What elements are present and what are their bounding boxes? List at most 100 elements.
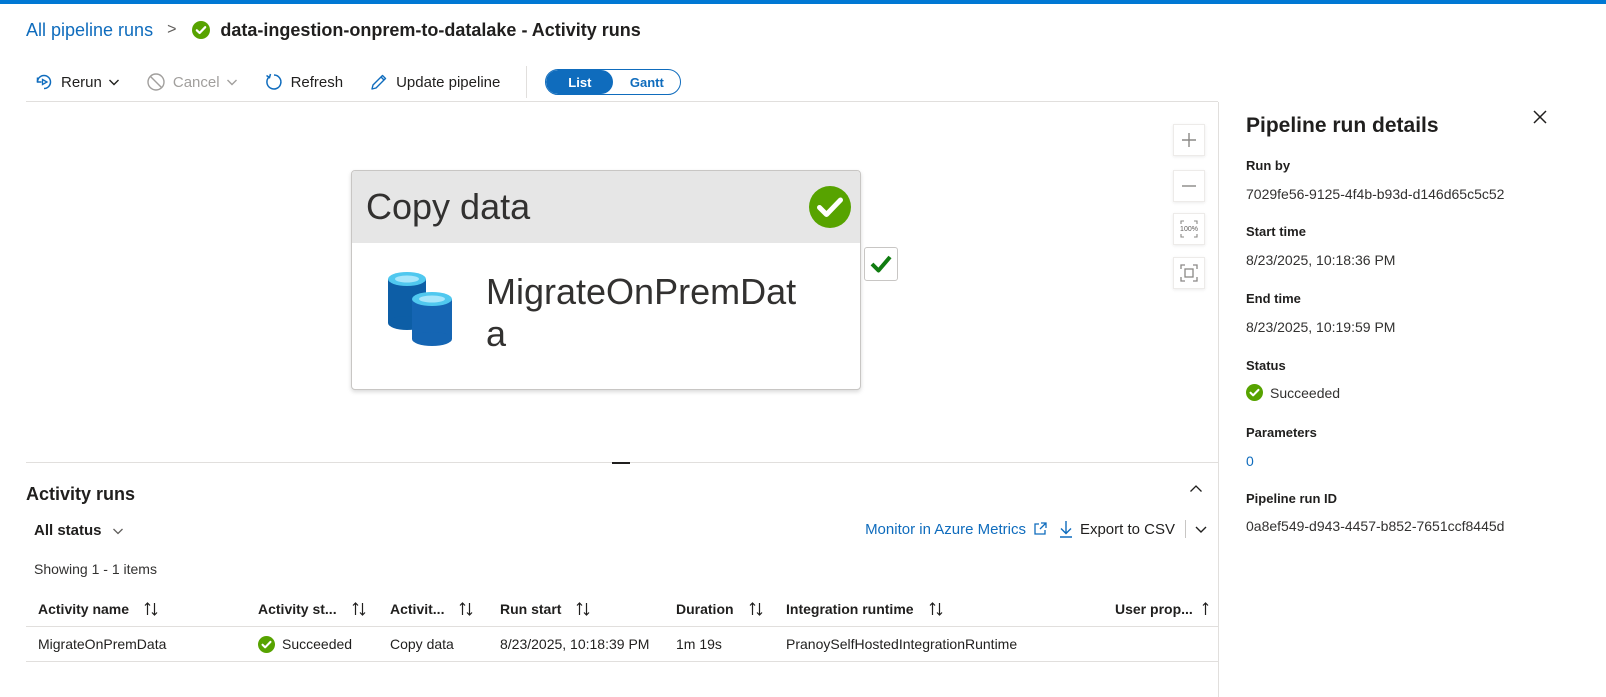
sort-icon <box>1202 602 1209 615</box>
chevron-down-icon <box>226 79 237 86</box>
cell-run-start: 8/23/2025, 10:18:39 PM <box>500 636 650 652</box>
zoom-in-button[interactable] <box>1173 124 1205 156</box>
activity-runs-title: Activity runs <box>26 484 136 504</box>
breadcrumb-separator: > <box>167 21 177 38</box>
status-text: Succeeded <box>282 636 353 652</box>
external-link-icon <box>1034 522 1047 535</box>
end-time-label: End time <box>1246 291 1301 306</box>
items-count: Showing 1 - 1 items <box>34 561 157 577</box>
column-header-duration[interactable]: Duration <box>676 601 764 617</box>
monitor-azure-metrics-link[interactable]: Monitor in Azure Metrics <box>865 521 1048 538</box>
chevron-down-icon[interactable] <box>1194 522 1208 536</box>
column-header-user-properties[interactable]: User prop... <box>1115 601 1209 617</box>
column-header-label: Run start <box>500 601 562 617</box>
table-row[interactable]: MigrateOnPremData Succeeded Copy data 8/… <box>26 627 1218 662</box>
download-icon <box>1059 521 1072 538</box>
sort-icon <box>929 602 942 616</box>
column-header-activity-type[interactable]: Activit... <box>390 601 474 617</box>
status-label: Status <box>1246 358 1286 373</box>
pencil-icon <box>371 74 387 90</box>
column-header-label: Activity name <box>38 601 130 617</box>
top-accent-bar <box>0 0 1606 4</box>
start-time-value: 8/23/2025, 10:18:36 PM <box>1246 252 1396 268</box>
fit-to-screen-button[interactable] <box>1173 257 1205 289</box>
chevron-up-icon[interactable] <box>1188 481 1204 497</box>
node-success-output-handle[interactable] <box>864 247 898 281</box>
sort-icon <box>749 602 762 616</box>
chevron-down-icon <box>112 528 123 534</box>
minus-icon <box>1182 185 1196 187</box>
details-panel-title: Pipeline run details <box>1246 114 1439 137</box>
cell-activity-status: Succeeded <box>258 635 353 653</box>
refresh-icon <box>265 73 282 90</box>
monitor-azure-metrics-label: Monitor in Azure Metrics <box>865 520 1026 538</box>
close-icon[interactable] <box>1531 108 1549 126</box>
column-header-label: Activit... <box>390 601 445 617</box>
success-check-icon <box>258 635 275 653</box>
zoom-reset-label: 100% <box>1180 225 1198 233</box>
status-value: Succeeded <box>1246 384 1340 401</box>
export-csv-button[interactable]: Export to CSV <box>1058 520 1175 538</box>
cell-activity-type: Copy data <box>390 636 454 652</box>
cell-activity-name: MigrateOnPremData <box>38 636 167 652</box>
sort-icon <box>144 602 158 616</box>
zoom-out-button[interactable] <box>1173 170 1205 202</box>
parameters-link[interactable]: 0 <box>1246 453 1254 469</box>
parameters-label: Parameters <box>1246 425 1317 440</box>
cancel-label: Cancel <box>172 73 220 91</box>
refresh-label: Refresh <box>290 73 344 91</box>
activity-node-name: MigrateOnPremData <box>486 271 797 354</box>
sort-icon <box>577 602 590 616</box>
sort-icon <box>460 602 473 616</box>
column-header-label: User prop... <box>1115 601 1193 617</box>
checkmark-icon <box>870 255 892 273</box>
cancel-icon <box>147 73 165 91</box>
run-by-label: Run by <box>1246 158 1291 173</box>
view-toggle: List Gantt <box>545 69 682 95</box>
status-filter-dropdown[interactable]: All status <box>34 522 124 539</box>
update-pipeline-label: Update pipeline <box>396 73 501 91</box>
activity-node-copy-data[interactable]: Copy data MigrateOnPremData <box>351 170 861 390</box>
list-view-toggle[interactable]: List <box>546 70 614 94</box>
plus-icon <box>1182 133 1196 147</box>
cell-integration-runtime: PranoySelfHostedIntegrationRuntime <box>786 636 1018 652</box>
chevron-down-icon <box>108 79 119 86</box>
run-by-value: 7029fe56-9125-4f4b-b93d-d146d65c5c52 <box>1246 186 1505 202</box>
rerun-icon <box>36 74 52 90</box>
status-filter-value: All status <box>34 522 102 539</box>
gantt-view-toggle[interactable]: Gantt <box>613 70 680 94</box>
rerun-label: Rerun <box>61 73 102 91</box>
column-header-integration-runtime[interactable]: Integration runtime <box>786 601 944 617</box>
rerun-button[interactable]: Rerun <box>26 66 128 98</box>
table-header: Activity name Activity st... Activit... … <box>26 592 1218 627</box>
column-header-activity-status[interactable]: Activity st... <box>258 601 367 617</box>
actions-divider <box>1185 520 1186 538</box>
breadcrumb-all-pipeline-runs-link[interactable]: All pipeline runs <box>26 20 153 41</box>
column-header-label: Integration runtime <box>786 601 914 617</box>
pipeline-run-details-panel: Pipeline run details Run by 7029fe56-912… <box>1218 102 1606 697</box>
pipeline-run-id-value: 0a8ef549-d943-4457-b852-7651ccf8445d <box>1246 518 1505 534</box>
activity-node-header: Copy data <box>352 171 860 243</box>
page-title: data-ingestion-onprem-to-datalake - Acti… <box>220 19 641 40</box>
cell-duration: 1m 19s <box>676 636 722 652</box>
start-time-label: Start time <box>1246 224 1306 239</box>
activity-node-type: Copy data <box>366 186 531 227</box>
export-csv-label: Export to CSV <box>1079 520 1175 538</box>
column-header-activity-name[interactable]: Activity name <box>38 601 159 617</box>
end-time-value: 8/23/2025, 10:19:59 PM <box>1246 319 1396 335</box>
zoom-reset-button[interactable]: 100% <box>1173 213 1205 245</box>
update-pipeline-button[interactable]: Update pipeline <box>361 66 508 98</box>
success-check-icon <box>1246 384 1263 401</box>
breadcrumb: All pipeline runs > data-ingestion-onpre… <box>26 18 641 42</box>
column-header-run-start[interactable]: Run start <box>500 601 591 617</box>
fit-to-screen-icon <box>1180 264 1198 282</box>
pipeline-run-id-label: Pipeline run ID <box>1246 491 1338 506</box>
pane-resize-handle[interactable] <box>612 462 630 464</box>
toolbar-divider <box>526 66 528 98</box>
activity-runs-table: Activity name Activity st... Activit... … <box>26 592 1218 662</box>
column-header-label: Activity st... <box>258 601 337 617</box>
copy-data-database-icon <box>388 272 452 346</box>
refresh-button[interactable]: Refresh <box>256 66 352 98</box>
activity-runs-actions: Monitor in Azure Metrics Export to CSV <box>865 520 1208 538</box>
cancel-button[interactable]: Cancel <box>138 66 246 98</box>
